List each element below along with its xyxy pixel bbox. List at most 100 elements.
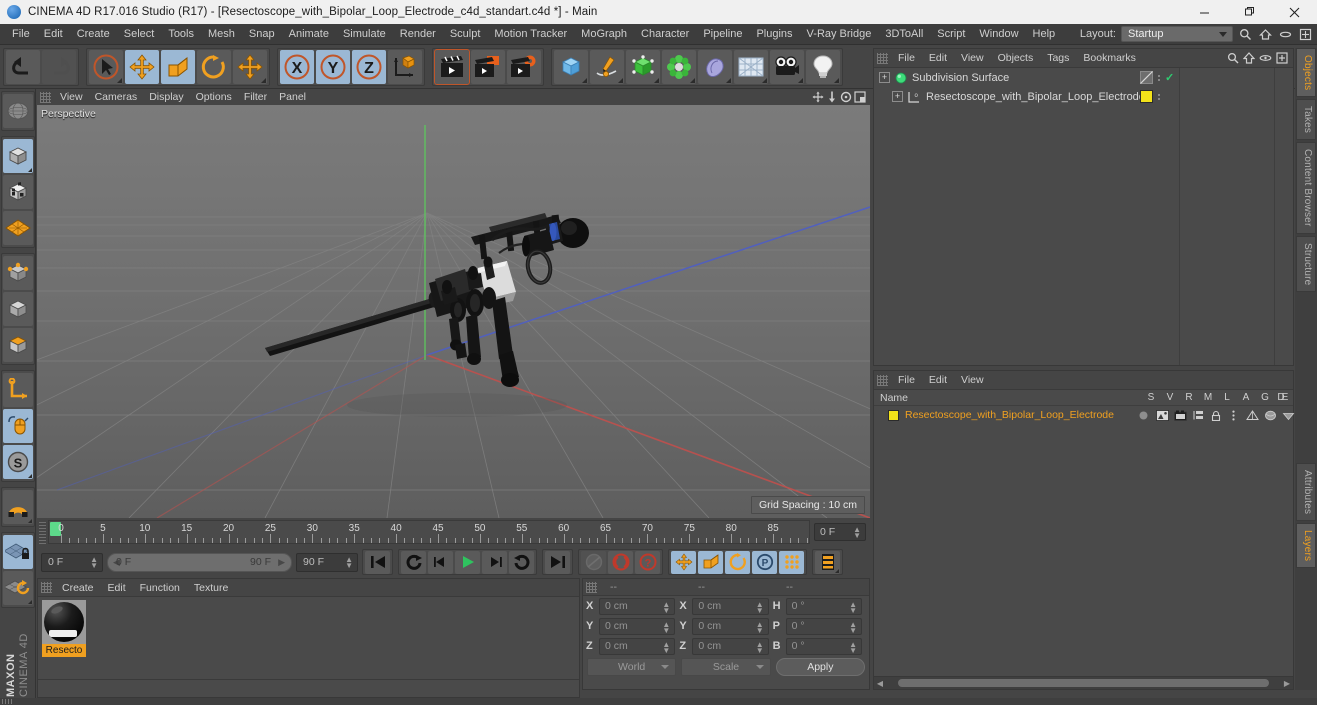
viewport-3d-canvas[interactable]: Y X Z Perspective Grid Spacing : 10 cm [37,105,870,518]
layer-color-swatch[interactable] [888,409,899,421]
material-menu-create[interactable]: Create [55,579,101,597]
tab-attributes[interactable]: Attributes [1296,462,1316,521]
panel-grip-icon[interactable] [40,91,51,103]
manager-state-icon[interactable] [1192,410,1210,421]
material-preview[interactable] [42,600,86,644]
up-level-icon[interactable] [1243,52,1255,64]
menu-item-edit[interactable]: Edit [37,24,70,45]
camera-icon[interactable] [770,49,804,84]
object-row-resectoscope[interactable]: + o Resectoscope_with_Bipolar_Loop_Elect… [874,87,1293,106]
coord-field-pos-y[interactable]: 0 cm ▲ ▼ [599,617,676,635]
record-disabled-icon[interactable] [581,550,606,574]
pan-icon[interactable] [812,91,824,103]
live-selection-icon[interactable] [89,49,123,84]
coordinate-system-dropdown[interactable]: World [587,658,677,676]
layer-menu-file[interactable]: File [891,371,922,390]
material-menu-edit[interactable]: Edit [101,579,133,597]
expand-toggle-icon[interactable]: + [892,91,903,102]
visibility-state-icon[interactable] [1156,409,1174,421]
redo-icon[interactable] [42,49,76,84]
material-list[interactable]: Resecto [38,597,579,679]
texture-mode-icon[interactable] [2,175,33,209]
search-icon[interactable] [1227,52,1239,64]
preview-range-slider[interactable]: ◀ 0 F 90 F ▶ [107,552,292,572]
viewport-menu-panel[interactable]: Panel [273,89,312,105]
keyframe-selection-icon[interactable]: ? [635,550,660,574]
enable-axis-icon[interactable] [2,373,33,407]
panel-grip-icon[interactable] [41,582,52,593]
menu-item-vray-bridge[interactable]: V-Ray Bridge [800,24,879,45]
material-item[interactable]: Resecto [42,600,86,657]
scroll-right-arrow-icon[interactable]: ▶ [1281,679,1293,688]
panel-grip-icon[interactable] [586,581,597,593]
size-mode-dropdown[interactable]: Scale [681,658,771,676]
object-menu-tags[interactable]: Tags [1040,49,1076,68]
spinner-icon[interactable]: ▲ ▼ [662,640,670,654]
scale-icon[interactable] [161,49,195,84]
undo-icon[interactable] [6,49,40,84]
spinner-icon[interactable]: ▲ ▼ [345,555,353,569]
tab-structure[interactable]: Structure [1296,235,1316,293]
spinner-icon[interactable]: ▲ ▼ [849,640,857,654]
deformer-icon[interactable] [698,49,732,84]
viewport-menu-display[interactable]: Display [143,89,189,105]
tab-objects[interactable]: Objects [1296,48,1316,98]
enabled-check-icon[interactable]: ✓ [1165,71,1174,84]
go-to-start-icon[interactable] [365,550,390,574]
scale-key-icon[interactable] [698,550,723,574]
menu-item-snap[interactable]: Snap [242,24,282,45]
rotation-key-icon[interactable] [725,550,750,574]
coord-field-pos-z[interactable]: 0 cm ▲ ▼ [599,637,676,655]
spinner-icon[interactable]: ▲ ▼ [756,600,764,614]
viewport-menu-filter[interactable]: Filter [238,89,273,105]
dolly-icon[interactable] [826,91,838,103]
menu-item-script[interactable]: Script [930,24,972,45]
step-back-icon[interactable] [428,550,453,574]
home-icon[interactable] [1258,27,1273,42]
viewport-menu-options[interactable]: Options [190,89,238,105]
object-menu-objects[interactable]: Objects [991,49,1041,68]
coord-field-size-x[interactable]: 0 cm ▲ ▼ [692,597,769,615]
object-menu-bookmarks[interactable]: Bookmarks [1076,49,1143,68]
current-frame-field[interactable]: 0 F ▲ ▼ [41,552,103,572]
tab-takes[interactable]: Takes [1296,99,1316,141]
coord-field-rot-p[interactable]: 0 ° ▲ ▼ [785,617,862,635]
axis-move-icon[interactable] [233,49,267,84]
coord-field-size-y[interactable]: 0 cm ▲ ▼ [692,617,769,635]
step-forward-icon[interactable] [482,550,507,574]
polygon-mode-icon[interactable] [2,328,33,362]
coord-field-pos-x[interactable]: 0 cm ▲ ▼ [599,597,676,615]
loop-icon[interactable] [401,550,426,574]
material-menu-function[interactable]: Function [133,579,187,597]
point-mode-icon[interactable] [2,256,33,290]
timeline-current-frame-field[interactable]: 0 F ▲ ▼ [814,523,866,541]
rotate-icon[interactable] [197,49,231,84]
object-menu-view[interactable]: View [954,49,991,68]
autokey-icon[interactable] [608,550,633,574]
object-row-subdivision-surface[interactable]: + Subdivision Surface ✓ [874,68,1293,87]
spinner-icon[interactable]: ▲ ▼ [662,620,670,634]
spinner-icon[interactable]: ▲ ▼ [662,600,670,614]
rewind-icon[interactable] [509,550,534,574]
panel-grip-icon[interactable] [877,374,888,386]
coord-field-rot-b[interactable]: 0 ° ▲ ▼ [785,637,862,655]
maximize-layout-icon[interactable] [1298,27,1313,42]
scroll-left-arrow-icon[interactable]: ◀ [874,679,886,688]
cube-primitive-icon[interactable] [554,49,588,84]
array-icon[interactable] [662,49,696,84]
menu-item-mograph[interactable]: MoGraph [574,24,634,45]
menu-item-select[interactable]: Select [117,24,162,45]
menu-item-file[interactable]: File [5,24,37,45]
generator-state-icon[interactable] [1246,409,1264,421]
resize-grip-icon[interactable] [2,699,13,704]
viewport-menu-view[interactable]: View [54,89,89,105]
planar-workplane-icon[interactable] [2,571,33,605]
coord-field-size-z[interactable]: 0 cm ▲ ▼ [692,637,769,655]
menu-item-mesh[interactable]: Mesh [201,24,242,45]
menu-item-character[interactable]: Character [634,24,696,45]
material-tag-icon[interactable] [1140,90,1153,103]
render-region-icon[interactable] [471,49,505,84]
spline-pen-icon[interactable] [590,49,624,84]
solo-state-icon[interactable] [1138,410,1156,421]
play-icon[interactable] [455,550,480,574]
